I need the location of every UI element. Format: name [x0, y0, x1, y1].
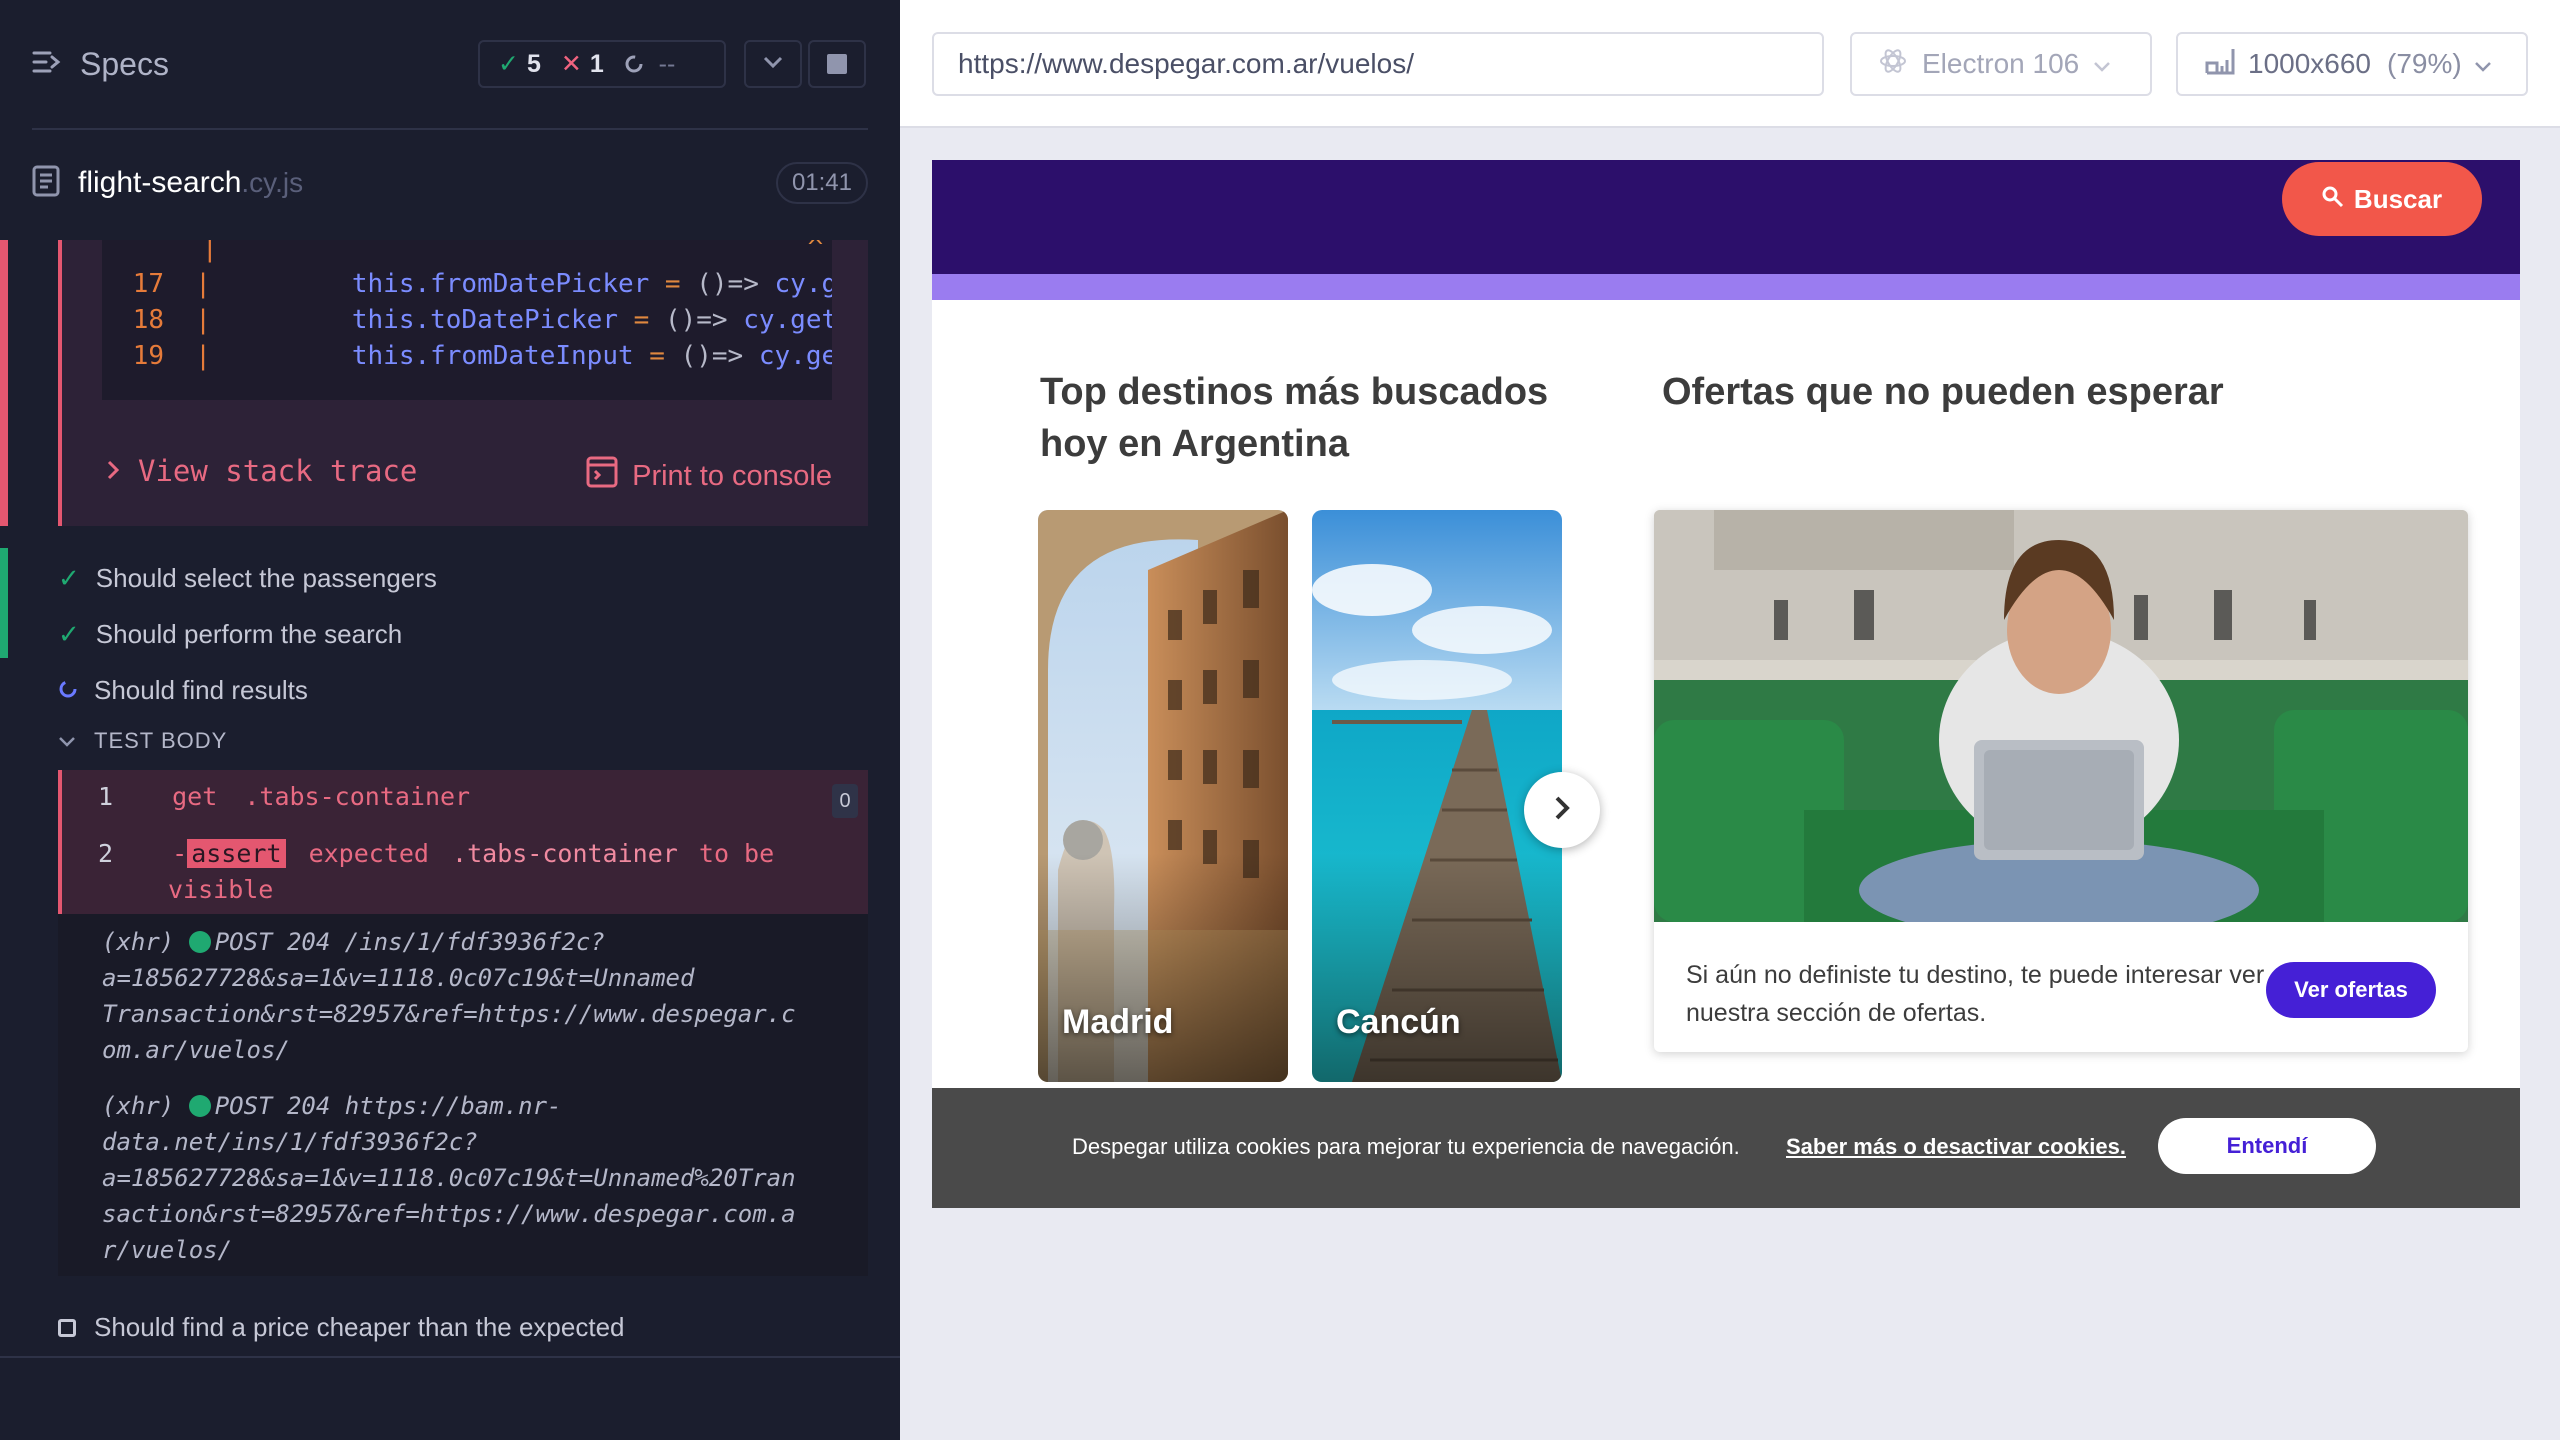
test-item[interactable]: Should find a price cheaper than the exp… [58, 1312, 625, 1343]
chevron-down-icon [761, 54, 785, 75]
console-icon [586, 456, 618, 496]
command-log-failed: 1 get .tabs-container 0 2 - assert expect… [58, 770, 868, 914]
error-details: | ^ 17 | this.fromDatePicker = ()=> cy.g … [58, 240, 868, 526]
browser-icon [1878, 46, 1908, 83]
app-preview: https://www.despegar.com.ar/vuelos/ Elec… [900, 0, 2560, 1440]
cookie-settings-link[interactable]: Saber más o desactivar cookies. [1786, 1134, 2126, 1160]
divider [32, 128, 868, 130]
stop-button[interactable] [808, 40, 866, 88]
destination-name: Madrid [1062, 1003, 1174, 1041]
specs-icon [32, 46, 62, 83]
assert-badge: assert [187, 839, 286, 868]
specs-toggle[interactable]: Specs [32, 46, 169, 83]
error-block: | ^ 17 | this.fromDatePicker = ()=> cy.g … [0, 240, 868, 526]
spec-file-ext: .cy.js [241, 167, 304, 198]
destination-card-cancun[interactable]: Cancún [1312, 510, 1562, 1082]
check-icon: ✓ [58, 562, 80, 593]
spinner-icon [58, 675, 78, 706]
chevron-down-icon [2474, 48, 2492, 80]
xhr-entry[interactable]: (xhr) POST 204 https://bam.nr- data.net/… [102, 1088, 862, 1268]
url-field[interactable]: https://www.despegar.com.ar/vuelos/ [932, 32, 1824, 96]
spec-duration: 01:41 [775, 162, 868, 204]
reporter-header: Specs ✓ 5 ✕ 1 -- [0, 0, 900, 130]
site-header [932, 160, 2520, 274]
pending-stat: -- [624, 50, 675, 79]
code-caret-line: | ^ [202, 240, 824, 263]
check-icon: ✓ [58, 618, 80, 649]
check-icon: ✓ [498, 50, 519, 78]
status-dot-icon [188, 1095, 211, 1117]
top-destinations-title: Top destinos más buscados hoy en Argenti… [1040, 371, 1549, 465]
collapse-button[interactable] [744, 40, 802, 88]
header-accent-strip [932, 274, 2520, 300]
destination-card-madrid[interactable]: Madrid [1038, 510, 1288, 1082]
code-frame: | ^ 17 | this.fromDatePicker = ()=> cy.g … [102, 240, 832, 400]
code-line: 17 | this.fromDatePicker = ()=> cy.g [132, 269, 832, 299]
code-line: 19 | this.fromDateInput = ()=> cy.ge [132, 341, 832, 371]
spec-file-row: flight-search .cy.js 01:41 [32, 160, 868, 206]
element-count-badge: 0 [832, 784, 858, 818]
test-item-running[interactable]: Should find results [58, 670, 308, 710]
offers-image [1654, 510, 2468, 940]
cookie-message: Despegar utiliza cookies para mejorar tu… [1072, 1134, 1740, 1159]
command-row[interactable]: 1 get .tabs-container [98, 782, 470, 811]
next-arrow-icon [1552, 793, 1572, 828]
test-body-toggle[interactable]: TEST BODY [58, 728, 227, 754]
view-stack-trace-button[interactable]: View stack trace [106, 454, 417, 488]
file-icon [32, 165, 60, 202]
viewport-selector[interactable]: 1000x660 (79%) [2176, 32, 2528, 96]
reporter-panel: Specs ✓ 5 ✕ 1 -- flight-search .cy.js 01:4… [0, 0, 900, 1440]
ver-ofertas-button[interactable]: Ver ofertas [2266, 962, 2436, 1018]
code-line: 18 | this.toDatePicker = ()=> cy.get [132, 305, 832, 335]
offers-card: Si aún no definiste tu destino, te puede… [1654, 510, 2468, 1052]
chevron-right-icon [106, 454, 120, 488]
pass-indicator [0, 548, 8, 658]
accept-cookies-button[interactable]: Entendí [2158, 1118, 2376, 1174]
cross-icon: ✕ [560, 50, 582, 78]
fail-indicator [0, 240, 8, 526]
test-item[interactable]: ✓ Should select the passengers [58, 558, 437, 598]
carousel-next-button[interactable] [1524, 772, 1600, 848]
failed-stat: ✕ 1 [560, 50, 604, 78]
xhr-entry[interactable]: (xhr) POST 204 /ins/1/fdf3936f2c? a=1856… [102, 924, 862, 1068]
cancun-image [1312, 510, 1562, 1082]
buscar-button[interactable]: Buscar [2282, 162, 2482, 236]
test-item[interactable]: ✓ Should perform the search [58, 614, 402, 654]
chevron-down-icon [58, 728, 76, 754]
spec-file-name[interactable]: flight-search [78, 166, 241, 200]
status-dot-icon [188, 931, 211, 953]
stop-icon [827, 54, 847, 74]
app-iframe: Buscar Top destinos más buscados hoy en … [932, 160, 2520, 1208]
specs-title: Specs [80, 46, 169, 82]
divider [0, 1356, 900, 1358]
pending-square-icon [58, 1318, 76, 1337]
search-icon [2322, 184, 2344, 215]
madrid-image [1038, 510, 1288, 1082]
chevron-down-icon [2093, 48, 2111, 80]
passed-stat: ✓ 5 [498, 50, 541, 78]
cookie-banner: Despegar utiliza cookies para mejorar tu… [932, 1088, 2520, 1208]
offers-title: Ofertas que no pueden esperar [1662, 371, 2224, 413]
stats-box: ✓ 5 ✕ 1 -- [478, 40, 726, 88]
viewport-icon [2204, 46, 2236, 83]
browser-selector[interactable]: Electron 106 [1850, 32, 2152, 96]
command-row-failed[interactable]: 2 - assert expected .tabs-container to be… [98, 836, 838, 908]
preview-toolbar: https://www.despegar.com.ar/vuelos/ Elec… [900, 0, 2560, 128]
spinner-icon [624, 50, 651, 78]
print-to-console-button[interactable]: Print to console [586, 456, 832, 496]
destination-name: Cancún [1336, 1003, 1461, 1041]
offers-description: Si aún no definiste tu destino, te puede… [1686, 961, 2265, 1027]
